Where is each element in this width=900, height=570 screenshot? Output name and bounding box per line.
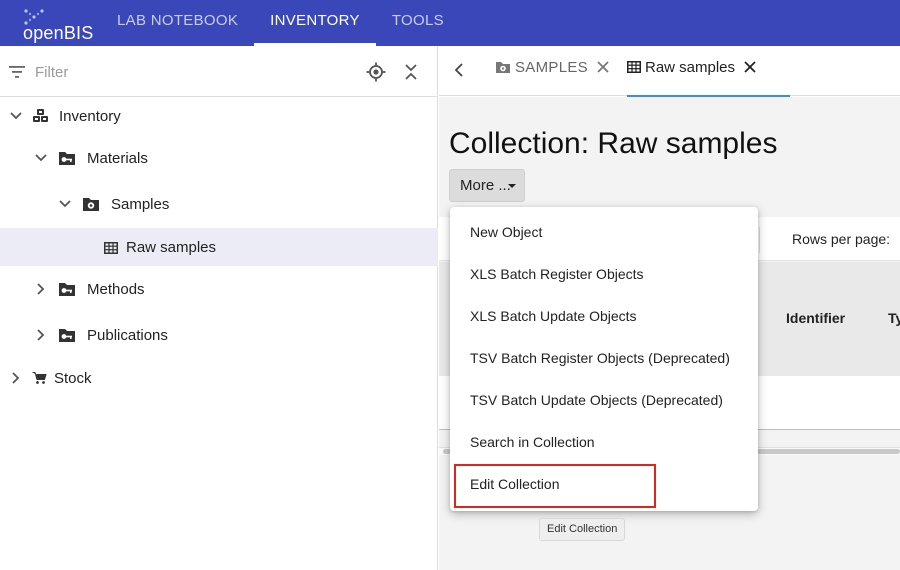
logo-text: openBIS [23, 23, 94, 43]
chevron-down-icon[interactable] [34, 151, 48, 165]
folder-gear-icon [496, 62, 510, 73]
filter-icon [9, 66, 25, 78]
tree-item-materials[interactable]: Materials [0, 139, 438, 177]
tab-label: SAMPLES [515, 59, 588, 76]
tree-item-stock[interactable]: Stock [0, 359, 438, 397]
nav-tools[interactable]: TOOLS [376, 0, 460, 46]
menu-item-xls-batch-register[interactable]: XLS Batch Register Objects [450, 253, 758, 295]
locate-icon[interactable] [366, 62, 386, 82]
chevron-right-icon[interactable] [34, 282, 48, 296]
tab-label: Raw samples [645, 59, 736, 76]
column-header-type[interactable]: Ty [888, 310, 900, 326]
table-icon [104, 242, 118, 254]
nav-lab-notebook[interactable]: LAB NOTEBOOK [101, 0, 254, 46]
top-app-bar: openBIS LAB NOTEBOOK INVENTORY TOOLS [0, 0, 900, 46]
tree-item-methods[interactable]: Methods [0, 270, 438, 308]
inventory-icon [33, 109, 48, 122]
collapse-all-icon[interactable] [404, 63, 418, 81]
filter-input[interactable] [35, 61, 335, 83]
openbis-logo[interactable]: openBIS [12, 4, 102, 43]
chevron-right-icon[interactable] [9, 371, 23, 385]
tree-item-label: Materials [87, 150, 148, 167]
chevron-down-icon[interactable] [9, 109, 23, 123]
tree-item-raw-samples[interactable]: Raw samples [0, 228, 438, 266]
folder-key-icon [59, 329, 75, 342]
highlight-box [454, 464, 656, 508]
tree-item-label: Samples [111, 196, 170, 213]
sidebar: Inventory Materials Samples Raw samples [0, 46, 438, 570]
main-nav: LAB NOTEBOOK INVENTORY TOOLS [101, 0, 460, 46]
tree-item-label: Stock [54, 370, 92, 387]
nav-inventory[interactable]: INVENTORY [254, 0, 376, 46]
filter-bar [0, 46, 438, 97]
page-title: Collection: Raw samples [449, 127, 778, 160]
menu-item-search-in-collection[interactable]: Search in Collection [450, 421, 758, 463]
rows-per-page-label: Rows per page: [792, 231, 891, 247]
menu-item-xls-batch-update[interactable]: XLS Batch Update Objects [450, 295, 758, 337]
close-icon[interactable] [596, 60, 610, 74]
tree-item-label: Inventory [59, 108, 121, 125]
caret-down-icon [508, 184, 516, 188]
close-icon[interactable] [743, 60, 757, 74]
tab-raw-samples[interactable]: Raw samples [627, 46, 790, 97]
tab-samples[interactable]: SAMPLES [495, 46, 610, 96]
chevron-left-icon[interactable] [453, 63, 465, 77]
menu-item-tsv-batch-update[interactable]: TSV Batch Update Objects (Deprecated) [450, 379, 758, 421]
chevron-down-icon[interactable] [58, 197, 72, 211]
chevron-right-icon[interactable] [34, 328, 48, 342]
table-icon [627, 61, 641, 73]
tree-item-samples[interactable]: Samples [0, 185, 438, 223]
folder-key-icon [59, 283, 75, 296]
menu-item-tsv-batch-register[interactable]: TSV Batch Register Objects (Deprecated) [450, 337, 758, 379]
cart-icon [32, 372, 47, 384]
menu-item-new-object[interactable]: New Object [450, 211, 758, 253]
toolbar-divider [759, 227, 760, 253]
tree-item-label: Publications [87, 327, 168, 344]
tab-bar: SAMPLES Raw samples [439, 46, 900, 97]
tree-item-label: Raw samples [126, 239, 217, 256]
tree-item-inventory[interactable]: Inventory [0, 97, 438, 135]
column-header-identifier[interactable]: Identifier [786, 310, 845, 326]
folder-key-icon [59, 152, 75, 165]
tree-item-publications[interactable]: Publications [0, 316, 438, 354]
tooltip: Edit Collection [539, 518, 626, 541]
tree-item-label: Methods [87, 281, 145, 298]
folder-gear-icon [83, 198, 99, 211]
